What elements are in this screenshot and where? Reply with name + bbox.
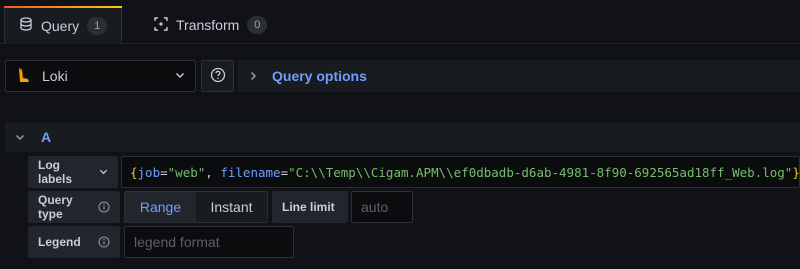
chevron-down-icon[interactable] <box>15 129 25 145</box>
line-limit-input[interactable] <box>351 191 413 223</box>
tab-query-label: Query <box>41 17 80 34</box>
query-ref-id[interactable]: A <box>41 129 51 145</box>
datasource-help-button[interactable] <box>201 60 234 92</box>
query-token: { <box>130 164 138 180</box>
query-type-radio-group: Range Instant <box>124 191 268 223</box>
question-circle-icon <box>210 67 226 86</box>
chevron-right-icon <box>248 68 258 84</box>
chevron-down-icon <box>99 165 108 179</box>
tab-query[interactable]: Query 1 <box>4 6 122 44</box>
query-options-label: Query options <box>272 68 367 84</box>
query-token: } <box>792 164 800 180</box>
transform-icon <box>154 16 168 34</box>
line-limit-label: Line limit <box>282 200 335 214</box>
datasource-name: Loki <box>42 68 68 84</box>
query-token: = <box>280 164 289 180</box>
chevron-down-icon <box>175 69 185 83</box>
query-token: , <box>205 164 221 180</box>
legend-format-input[interactable] <box>124 226 294 258</box>
line-limit-field-label: Line limit <box>272 191 348 223</box>
query-options-toggle[interactable]: Query options <box>238 60 800 92</box>
query-token: = <box>160 164 168 180</box>
query-token: job <box>137 164 161 180</box>
loki-logo-icon <box>16 67 32 86</box>
legend-label: Legend <box>38 235 81 249</box>
query-token: "C:\\Temp\\Cigam.APM\\ef0dbadb-d6ab-4981… <box>288 164 793 180</box>
info-circle-icon[interactable] <box>98 236 110 248</box>
info-circle-icon[interactable] <box>98 201 110 213</box>
tab-transform-label: Transform <box>176 17 240 33</box>
database-icon <box>19 17 33 34</box>
query-token: filename <box>220 164 281 180</box>
query-type-field-label: Query type <box>28 191 120 223</box>
log-labels-button[interactable]: Log labels <box>28 156 118 188</box>
tab-transform[interactable]: Transform 0 <box>140 6 280 44</box>
tab-transform-count: 0 <box>247 16 268 34</box>
query-row-header[interactable]: A <box>5 122 800 152</box>
tab-query-count: 1 <box>87 16 108 35</box>
query-type-label: Query type <box>38 193 73 221</box>
query-type-range-option[interactable]: Range <box>125 192 196 222</box>
query-type-instant-option[interactable]: Instant <box>196 192 267 222</box>
legend-field-label: Legend <box>28 226 120 258</box>
log-query-input[interactable]: {job = "web", filename = "C:\\Temp\\Cigam.AP… <box>121 156 800 188</box>
query-token: "web" <box>167 164 206 180</box>
log-labels-label: Log labels <box>38 158 73 186</box>
query-editor-tabs: Query 1 Transform 0 <box>0 0 800 44</box>
datasource-picker[interactable]: Loki <box>5 60 196 92</box>
